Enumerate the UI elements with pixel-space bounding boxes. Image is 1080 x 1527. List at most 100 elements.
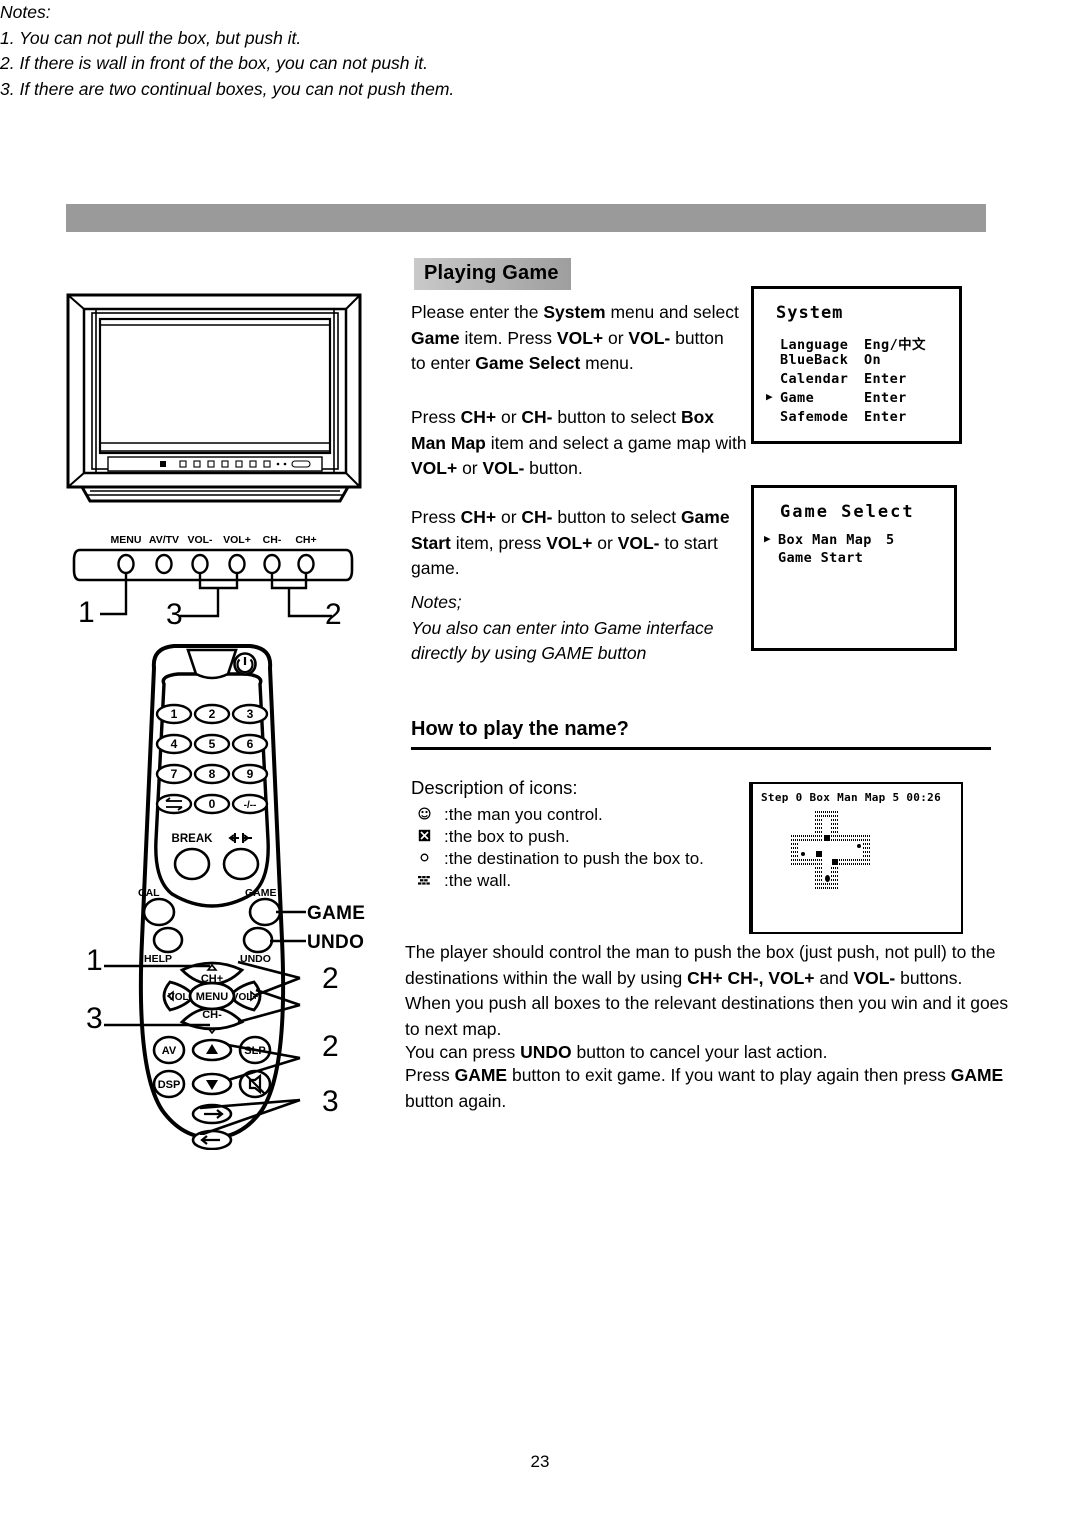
game-cell-empty	[839, 850, 847, 858]
p1-sys: System	[543, 302, 606, 322]
game-cell-empty	[863, 866, 871, 874]
game-cell-wall	[847, 858, 855, 866]
icon-legend-text: :the box to push.	[444, 827, 570, 846]
subsection-rule	[411, 747, 991, 750]
p1-volminus: VOL-	[628, 327, 671, 348]
game-cell-wall	[791, 858, 799, 866]
game-status-bar: Step 0 Box Man Map 5 00:26	[761, 791, 941, 804]
game-cell-empty	[855, 818, 863, 826]
game-cell-dest	[855, 842, 863, 850]
game-cell-empty	[831, 850, 839, 858]
header-bar	[66, 204, 986, 232]
osd-cursor-selected: ▶	[764, 532, 772, 545]
p3-chminus: CH-	[521, 507, 553, 527]
game-cell-empty	[863, 826, 871, 834]
game-cell-empty	[783, 882, 791, 890]
game-cell-wall	[863, 858, 871, 866]
game-cell-wall	[791, 842, 799, 850]
svg-text:2: 2	[209, 707, 216, 721]
p1-gameselect: Game Select	[475, 353, 581, 373]
tv-button-panel: MENU AV/TV VOL- VOL+ CH- CH+	[60, 528, 370, 633]
gameplay-paragraph: The player should control the man to pus…	[405, 940, 1012, 1042]
p2-t1: Press	[411, 407, 461, 427]
game-cell-empty	[799, 810, 807, 818]
svg-text:4: 4	[171, 737, 178, 751]
p3-volminus: VOL-	[617, 532, 660, 553]
p1-t3: item.	[459, 327, 503, 348]
p1-t7: menu.	[580, 353, 634, 373]
p1-t2: menu and select	[605, 302, 739, 322]
osd-gameselect-title: Game Select	[780, 502, 915, 522]
game-cell-wall	[815, 818, 823, 826]
game-cell-wall	[823, 810, 831, 818]
svg-text:1: 1	[171, 707, 178, 721]
p5-t2: button to cancel your last action.	[571, 1042, 828, 1062]
destination-icon	[418, 851, 444, 864]
game-cell-empty	[799, 818, 807, 826]
tv-callout-2: 2	[325, 598, 342, 631]
icons-heading: Description of icons:	[411, 777, 578, 798]
svg-text:5: 5	[209, 737, 216, 751]
p4-btn2: VOL+	[768, 967, 815, 988]
remote-leader-lines	[104, 910, 306, 1135]
osd-row-boxmanmap: ▶ Box Man Map 5	[764, 532, 895, 548]
p2-volminus: VOL-	[482, 458, 525, 478]
p1-game: Game	[411, 327, 460, 348]
game-cell-empty	[839, 810, 847, 818]
game-cell-empty	[839, 842, 847, 850]
osd-row-calendar: Calendar Enter	[780, 371, 907, 387]
p6-t2: button to exit game. If you want to play…	[507, 1065, 951, 1085]
game-cell-wall	[855, 858, 863, 866]
osd-row-value: Enter	[864, 371, 907, 387]
game-grid	[783, 810, 871, 890]
icon-legend-text: :the wall.	[444, 871, 512, 890]
game-cell-empty	[799, 874, 807, 882]
man-icon	[418, 807, 444, 820]
game-cell-empty	[791, 866, 799, 874]
svg-text:-/--: -/--	[244, 800, 257, 811]
osd-row-label: BlueBack	[780, 352, 849, 368]
wall-icon	[418, 875, 444, 886]
game-cell-wall	[863, 842, 871, 850]
p3-t1: Press	[411, 507, 461, 527]
game-cell-man	[823, 874, 831, 882]
game-cell-empty	[839, 874, 847, 882]
tv-btn-label-volplus: VOL+	[223, 534, 251, 546]
osd-system-title: System	[776, 303, 844, 323]
game-cell-empty	[791, 874, 799, 882]
game-cell-empty	[855, 866, 863, 874]
game-cell-empty	[855, 826, 863, 834]
game-cell-wall	[839, 834, 847, 842]
game-cell-empty	[847, 874, 855, 882]
game-cell-wall	[863, 850, 871, 858]
game-cell-wall	[831, 866, 839, 874]
notes-block-1: Notes; You also can enter into Game inte…	[411, 590, 731, 667]
p5-t1: You can press	[405, 1042, 521, 1062]
p3-volplus: VOL+	[546, 532, 593, 553]
game-cell-box	[815, 850, 823, 858]
game-cell-empty	[783, 834, 791, 842]
p6-game1: GAME	[454, 1065, 508, 1085]
game-cell-empty	[807, 842, 815, 850]
p4-btn1: CH+ CH-,	[687, 967, 764, 988]
tv-btn-label-chminus: CH-	[263, 534, 282, 546]
p6-t1: Press	[405, 1065, 455, 1085]
game-cell-empty	[783, 842, 791, 850]
svg-text:0: 0	[209, 797, 216, 811]
remote-callout-right-2b: 2	[322, 1030, 339, 1063]
p2-t6: button.	[524, 458, 583, 478]
svg-text:3: 3	[247, 707, 254, 721]
game-cell-empty	[783, 874, 791, 882]
p2-t2: or	[496, 407, 522, 427]
tv-btn-label-chplus: CH+	[295, 534, 316, 546]
osd-row-label: Game Start	[778, 550, 864, 566]
osd-row-value: On	[864, 352, 882, 368]
p2-t4: item and select a game map with	[485, 432, 747, 453]
osd-row-safemode: Safemode Enter	[780, 409, 907, 425]
game-cell-empty	[847, 866, 855, 874]
p2-t3: button to select	[552, 407, 681, 427]
p6-t3: button again.	[405, 1090, 507, 1111]
game-cell-wall	[831, 874, 839, 882]
icon-legend-row-wall: :the wall.	[418, 871, 758, 893]
icon-legend-text: :the man you control.	[444, 805, 603, 824]
